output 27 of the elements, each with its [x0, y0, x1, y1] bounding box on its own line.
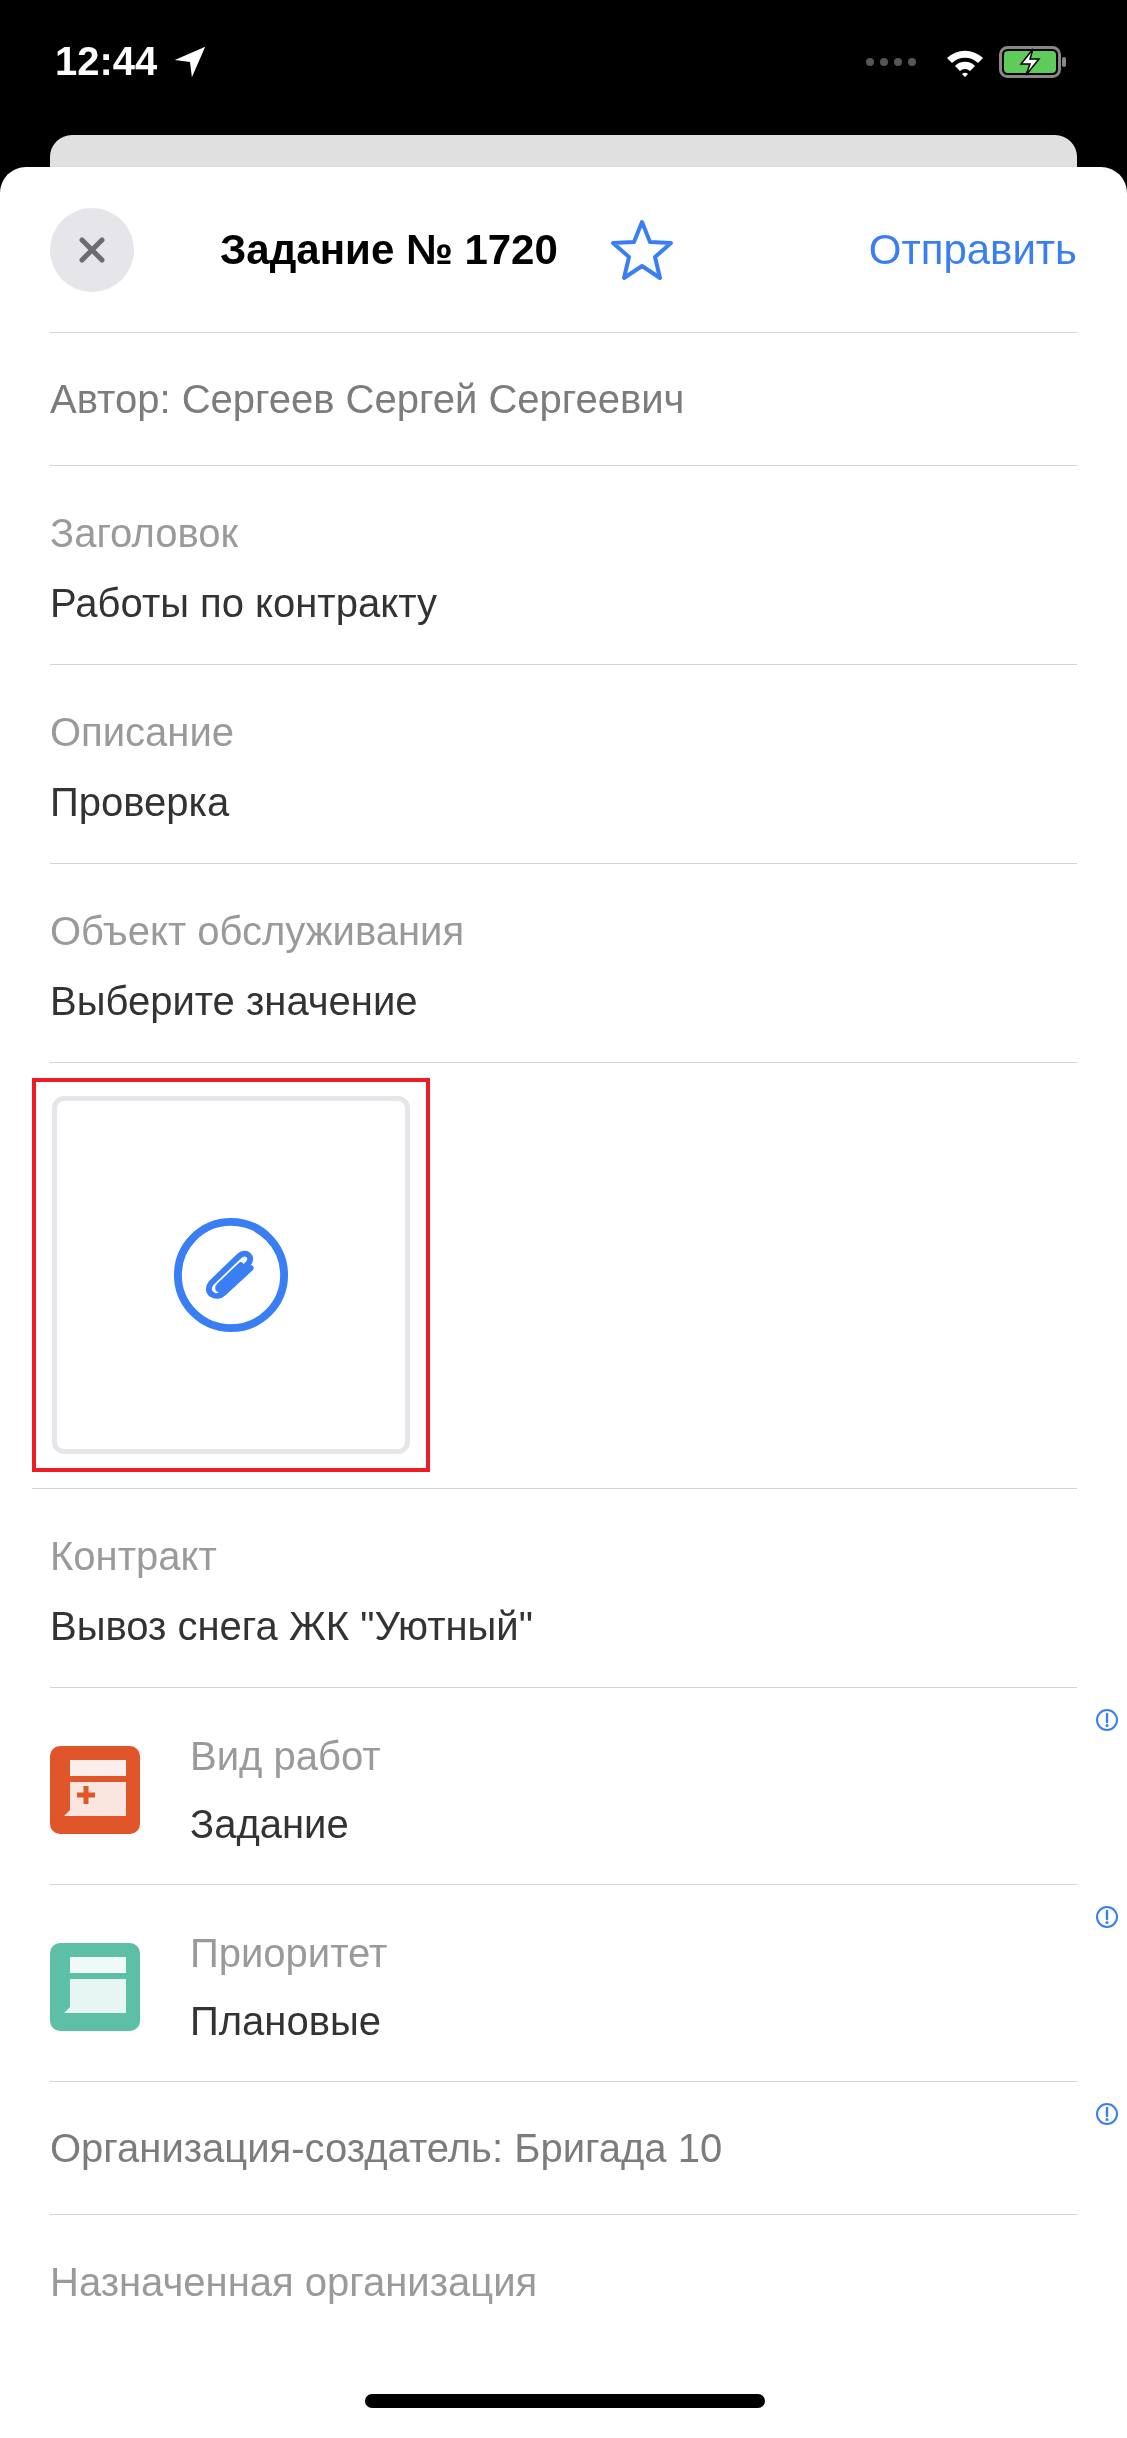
field-label: Описание [50, 709, 236, 756]
screen-title: Задание № 1720 [220, 225, 558, 274]
star-icon[interactable] [609, 218, 674, 281]
field-label: Вид работ [190, 1733, 381, 1780]
field-label: Назначенная организация [50, 2259, 539, 2306]
info-text: Автор: Сергеев Сергей Сергеевич [50, 376, 685, 422]
field-label: Контракт [50, 1533, 218, 1580]
info-icon[interactable] [1095, 1708, 1119, 1732]
attach-button[interactable] [52, 1096, 410, 1454]
field-value: Вывоз снега ЖК "Уютный" [50, 1603, 534, 1650]
info-icon[interactable] [1095, 2102, 1119, 2126]
battery-charging-icon [999, 45, 1067, 78]
field-label: Объект обслуживания [50, 908, 466, 955]
field-label: Заголовок [50, 510, 240, 557]
close-icon [77, 234, 107, 265]
field-value: Работы по контракту [50, 580, 438, 627]
field-value: Выберите значение [50, 978, 419, 1025]
field-value: Задание [190, 1801, 350, 1848]
send-button[interactable]: Отправить [868, 225, 1077, 274]
field-label: Приоритет [190, 1930, 388, 1977]
signal-dots-icon [865, 56, 917, 67]
paperclip-icon [172, 1216, 290, 1334]
field-value: Проверка [50, 779, 231, 826]
status-time: 12:44 [55, 39, 158, 84]
field-value: Плановые [190, 1998, 382, 2045]
info-text: Организация-создатель: Бригада 10 [50, 2125, 723, 2171]
info-icon[interactable] [1095, 1905, 1119, 1929]
